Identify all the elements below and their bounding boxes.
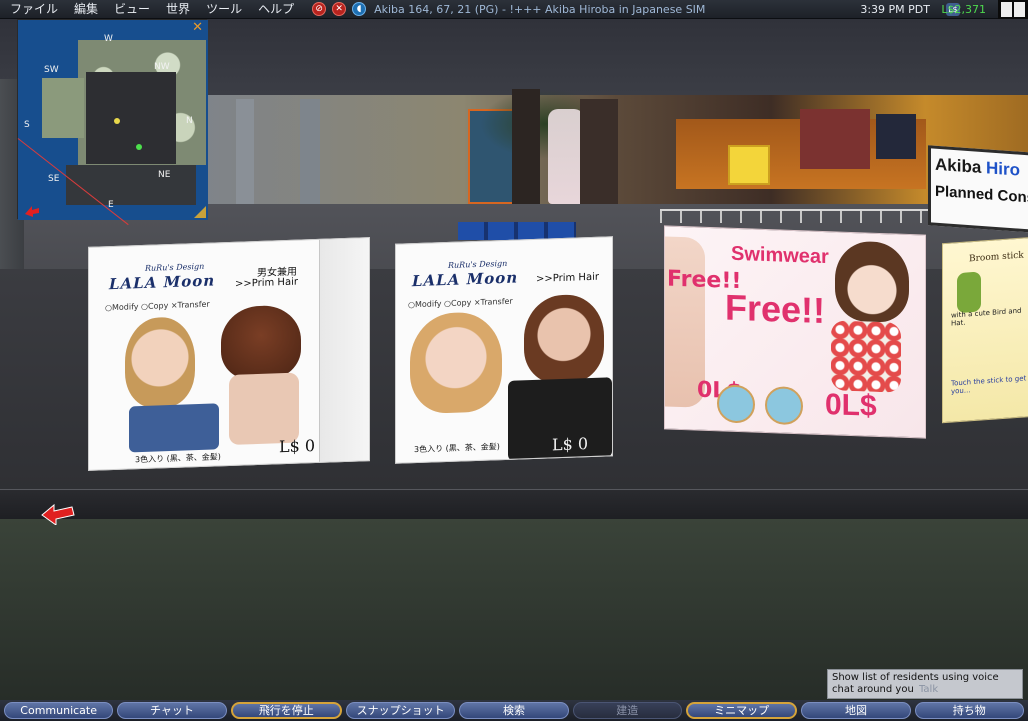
color-note: 3色入り (黒、茶、金髪) <box>135 452 221 465</box>
outfit <box>129 403 219 453</box>
bikini-art <box>831 320 901 393</box>
parcel-status-icons: ⊘ ✕ ◖ <box>312 2 367 16</box>
hair-portrait-back <box>221 304 301 382</box>
menu-view[interactable]: ビュー <box>106 0 158 19</box>
menu-help[interactable]: ヘルプ <box>250 0 302 19</box>
compass-se: SE <box>48 174 60 184</box>
minimap-panel[interactable]: W NW SW S N SE NE E ✕ <box>17 19 208 226</box>
box-side-face <box>319 238 369 462</box>
no-build-icon[interactable]: ✕ <box>332 2 347 16</box>
permissions-label: ○Modify ○Copy ×Transfer <box>408 296 513 310</box>
inventory-button[interactable]: 持ち物 <box>914 702 1024 719</box>
world-map-button[interactable]: 地図 <box>801 702 911 719</box>
product-label: >>Prim Hair <box>235 276 298 290</box>
price-label: L$ 0 <box>552 434 589 455</box>
vendor-box-hair-unisex[interactable]: RuRu's Design LALA Moon 男女兼用 >>Prim Hair… <box>88 237 370 471</box>
snapshot-button[interactable]: スナップショット <box>345 702 456 719</box>
voice-icon[interactable]: ◖ <box>352 2 367 16</box>
character-art <box>957 271 981 314</box>
permissions-label: ○Modify ○Copy ×Transfer <box>105 299 210 313</box>
compass-ne: NE <box>158 170 171 180</box>
brand-label: RuRu's Design LALA Moon <box>109 261 216 294</box>
resize-corner-icon[interactable] <box>194 206 206 218</box>
menu-tools[interactable]: ツール <box>198 0 250 19</box>
compass-nw: NW <box>154 62 170 72</box>
price-label: 0L$ <box>825 388 877 423</box>
compass-n: N <box>186 116 193 126</box>
balance-text[interactable]: L$2,371 <box>941 0 986 19</box>
menu-edit[interactable]: 編集 <box>66 0 106 19</box>
swimwear-title: Swimwear <box>731 242 829 269</box>
counter-edge <box>0 489 1028 519</box>
vendor-box-hair[interactable]: RuRu's Design LALA Moon >>Prim Hair ○Mod… <box>395 236 613 464</box>
fence <box>660 209 940 223</box>
voice-tooltip: Show list of residents using voice chat … <box>827 669 1023 699</box>
product-label: >>Prim Hair <box>536 271 599 285</box>
chat-button[interactable]: チャット <box>117 702 227 719</box>
character-head <box>835 240 909 323</box>
close-icon[interactable]: ✕ <box>192 20 203 35</box>
color-note: 3色入り (黒、茶、金髪) <box>414 442 500 455</box>
talk-label[interactable]: Talk <box>919 684 938 695</box>
pillar <box>300 99 320 209</box>
no-scripts-icon[interactable]: ⊘ <box>312 2 327 16</box>
bottom-toolbar: Communicate チャット 飛行を停止 スナップショット 検索 建造 ミニ… <box>0 700 1028 721</box>
object-dot <box>114 118 120 124</box>
menu-world[interactable]: 世界 <box>158 0 198 19</box>
preview-circle <box>717 384 755 424</box>
pillar <box>236 99 254 219</box>
clock-text: 3:39 PM PDT <box>860 3 930 16</box>
broom-title: Broom stick <box>969 250 1024 265</box>
akiba-sign[interactable]: Akiba Hiro Planned Const <box>928 145 1028 233</box>
vendor-box-broom[interactable]: Broom stick with a cute Bird and Hat. To… <box>942 236 1028 424</box>
brand-label: RuRu's Design LALA Moon <box>412 258 519 291</box>
compass-w: W <box>104 34 113 44</box>
shop-poster <box>876 114 916 159</box>
free-label: Free!! <box>725 286 826 332</box>
minimap-button[interactable]: ミニマップ <box>685 702 798 719</box>
broom-touch-note: Touch the stick to get you... <box>951 374 1027 396</box>
minimap-land <box>42 78 84 138</box>
menubar: ファイル 編集 ビュー 世界 ツール ヘルプ ⊘ ✕ ◖ Akiba 164, … <box>0 0 1028 19</box>
red-arrow-icon <box>25 206 39 217</box>
stop-flying-button[interactable]: 飛行を停止 <box>230 702 342 719</box>
vendor-box-swimwear[interactable]: Free!! 0L$ Swimwear Free!! 0L$ <box>664 225 926 439</box>
shoulder <box>229 372 299 445</box>
avatar-dot <box>136 144 142 150</box>
compass-s: S <box>24 120 30 130</box>
yellow-sign <box>728 145 770 185</box>
search-button[interactable]: 検索 <box>459 702 569 719</box>
poster-pillar <box>548 109 584 204</box>
menu-file[interactable]: ファイル <box>0 0 66 19</box>
red-arrow-icon <box>41 503 75 525</box>
preview-circle <box>765 385 803 426</box>
compass-e: E <box>108 200 114 210</box>
minimap-buildings <box>66 165 196 205</box>
hair-portrait <box>125 316 195 409</box>
price-label: L$ 0 <box>279 435 316 457</box>
hair-portrait-2 <box>524 293 604 385</box>
scroll-indicator <box>998 0 1028 19</box>
hair-portrait <box>410 311 502 415</box>
build-button[interactable]: 建造 <box>572 702 682 719</box>
compass-sw: SW <box>44 65 59 75</box>
minimap-buildings <box>86 72 176 164</box>
communicate-button[interactable]: Communicate <box>4 702 114 719</box>
shop-poster <box>800 109 870 169</box>
location-text[interactable]: Akiba 164, 67, 21 (PG) - !+++ Akiba Hiro… <box>374 3 705 16</box>
